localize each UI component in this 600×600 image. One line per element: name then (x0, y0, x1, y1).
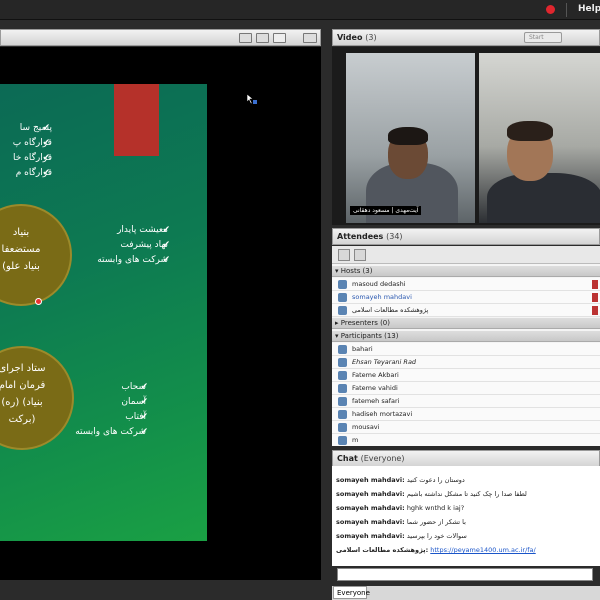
presentation-slide: پسیج سا قرارگاه پ قرارگاه خا قرارگاه م ✔… (0, 84, 207, 541)
start-webcam-button[interactable]: Start (524, 32, 562, 43)
group-participants[interactable]: ▾ Participants (13) (332, 331, 600, 342)
chat-scope: (Everyone) (360, 454, 405, 463)
share-pod-header (0, 29, 321, 46)
person-hair (388, 127, 428, 145)
attendees-title: Attendees (337, 232, 384, 241)
attendee-row[interactable]: bahari (332, 343, 600, 356)
slide-circle-1: بنیاد مستضعفا (بنیاد علو (0, 204, 72, 306)
participant-icon (338, 358, 347, 367)
top-menu-bar: Help (0, 0, 600, 20)
chat-message: somayeh mahdavi: لطفا صدا را چک کنید تا … (336, 490, 527, 498)
mouse-cursor-icon (246, 93, 257, 105)
view-mode-icon[interactable] (239, 33, 252, 43)
chat-footer: Everyone (332, 586, 600, 600)
participant-icon (338, 436, 347, 445)
participant-icon (338, 345, 347, 354)
chat-link[interactable]: https://peyame1400.um.ac.ir/fa/ (430, 546, 535, 554)
person-hair (507, 121, 553, 141)
host-icon (338, 306, 347, 315)
circle-text: (بنیاد علو (2, 261, 40, 272)
fullscreen-icon[interactable] (273, 33, 286, 43)
host-icon (338, 293, 347, 302)
attendee-row[interactable]: hadiseh mortazavi (332, 408, 600, 421)
attendee-row[interactable]: Ehsan Teyarani Rad (332, 356, 600, 369)
video-name-label: آیت‌مهدی | مسعود دهقانی (350, 206, 422, 215)
attendee-row[interactable]: masoud dedashi (332, 278, 600, 291)
video-title: Video (337, 33, 363, 42)
participant-icon (338, 384, 347, 393)
status-icon (592, 280, 598, 289)
pod-menu-icon[interactable] (303, 33, 317, 43)
participant-icon (338, 423, 347, 432)
attendee-toolbar (332, 246, 600, 264)
slide-red-banner (114, 84, 159, 156)
video-count: (3) (365, 33, 377, 42)
status-icon (592, 293, 598, 302)
circle-text: ستاد اجرای (0, 363, 46, 374)
chat-message: somayeh mahdavi: سوالات خود را بپرسید (336, 532, 467, 540)
attendee-row[interactable]: somayeh mahdavi (332, 291, 600, 304)
group-presenters[interactable]: ▸ Presenters (0) (332, 318, 600, 329)
circle-text: مستضعفا (1, 244, 41, 255)
video-feeds: آیت‌مهدی | مسعود دهقانی (332, 47, 600, 225)
attendee-row[interactable]: mousavi (332, 421, 600, 434)
divider (566, 3, 567, 17)
attendee-row[interactable]: m (332, 434, 600, 446)
participant-icon (338, 397, 347, 406)
attendee-row[interactable]: Fateme vahidi (332, 382, 600, 395)
attendee-row[interactable]: Fateme Akbari (332, 369, 600, 382)
chat-input[interactable] (337, 568, 593, 581)
circle-text: بنیاد (12, 227, 30, 238)
attendee-row[interactable]: پژوهشکده مطالعات اسلامی (332, 304, 600, 317)
view-filmstrip-icon[interactable] (256, 33, 269, 43)
status-icon (592, 306, 598, 315)
attendee-list: ▾ Hosts (3) masoud dedashi somayeh mahda… (332, 246, 600, 446)
chat-log: somayeh mahdavi: دوستان را دعوت کنید som… (332, 466, 600, 566)
participant-icon (338, 410, 347, 419)
video-feed-2[interactable] (479, 53, 600, 223)
host-icon (338, 280, 347, 289)
list-view-icon[interactable] (338, 249, 350, 261)
video-feed-1[interactable]: آیت‌مهدی | مسعود دهقانی (346, 53, 475, 223)
help-menu[interactable]: Help (578, 4, 600, 14)
chat-title: Chat (337, 454, 358, 463)
attendees-pod-header: Attendees (34) (332, 228, 600, 245)
attendees-count: (34) (386, 232, 403, 241)
sort-icon[interactable] (354, 249, 366, 261)
person-torso (487, 173, 600, 223)
chat-message: somayeh mahdavi: hghk wnthd k iaj? (336, 504, 465, 512)
laser-pointer-icon (35, 298, 42, 305)
participant-icon (338, 371, 347, 380)
chat-message: somayeh mahdavi: دوستان را دعوت کنید (336, 476, 465, 484)
chat-recipient-tab[interactable]: Everyone (333, 586, 370, 599)
attendee-row[interactable]: fatemeh safari (332, 395, 600, 408)
chat-message: somayeh mahdavi: با تشکر از حضور شما (336, 518, 466, 526)
group-hosts[interactable]: ▾ Hosts (3) (332, 266, 600, 277)
recording-indicator-icon[interactable] (546, 5, 555, 14)
chat-pod-header: Chat (Everyone) (332, 450, 600, 467)
chat-message: پژوهشکده مطالعات اسلامی: https://peyame1… (336, 546, 536, 554)
